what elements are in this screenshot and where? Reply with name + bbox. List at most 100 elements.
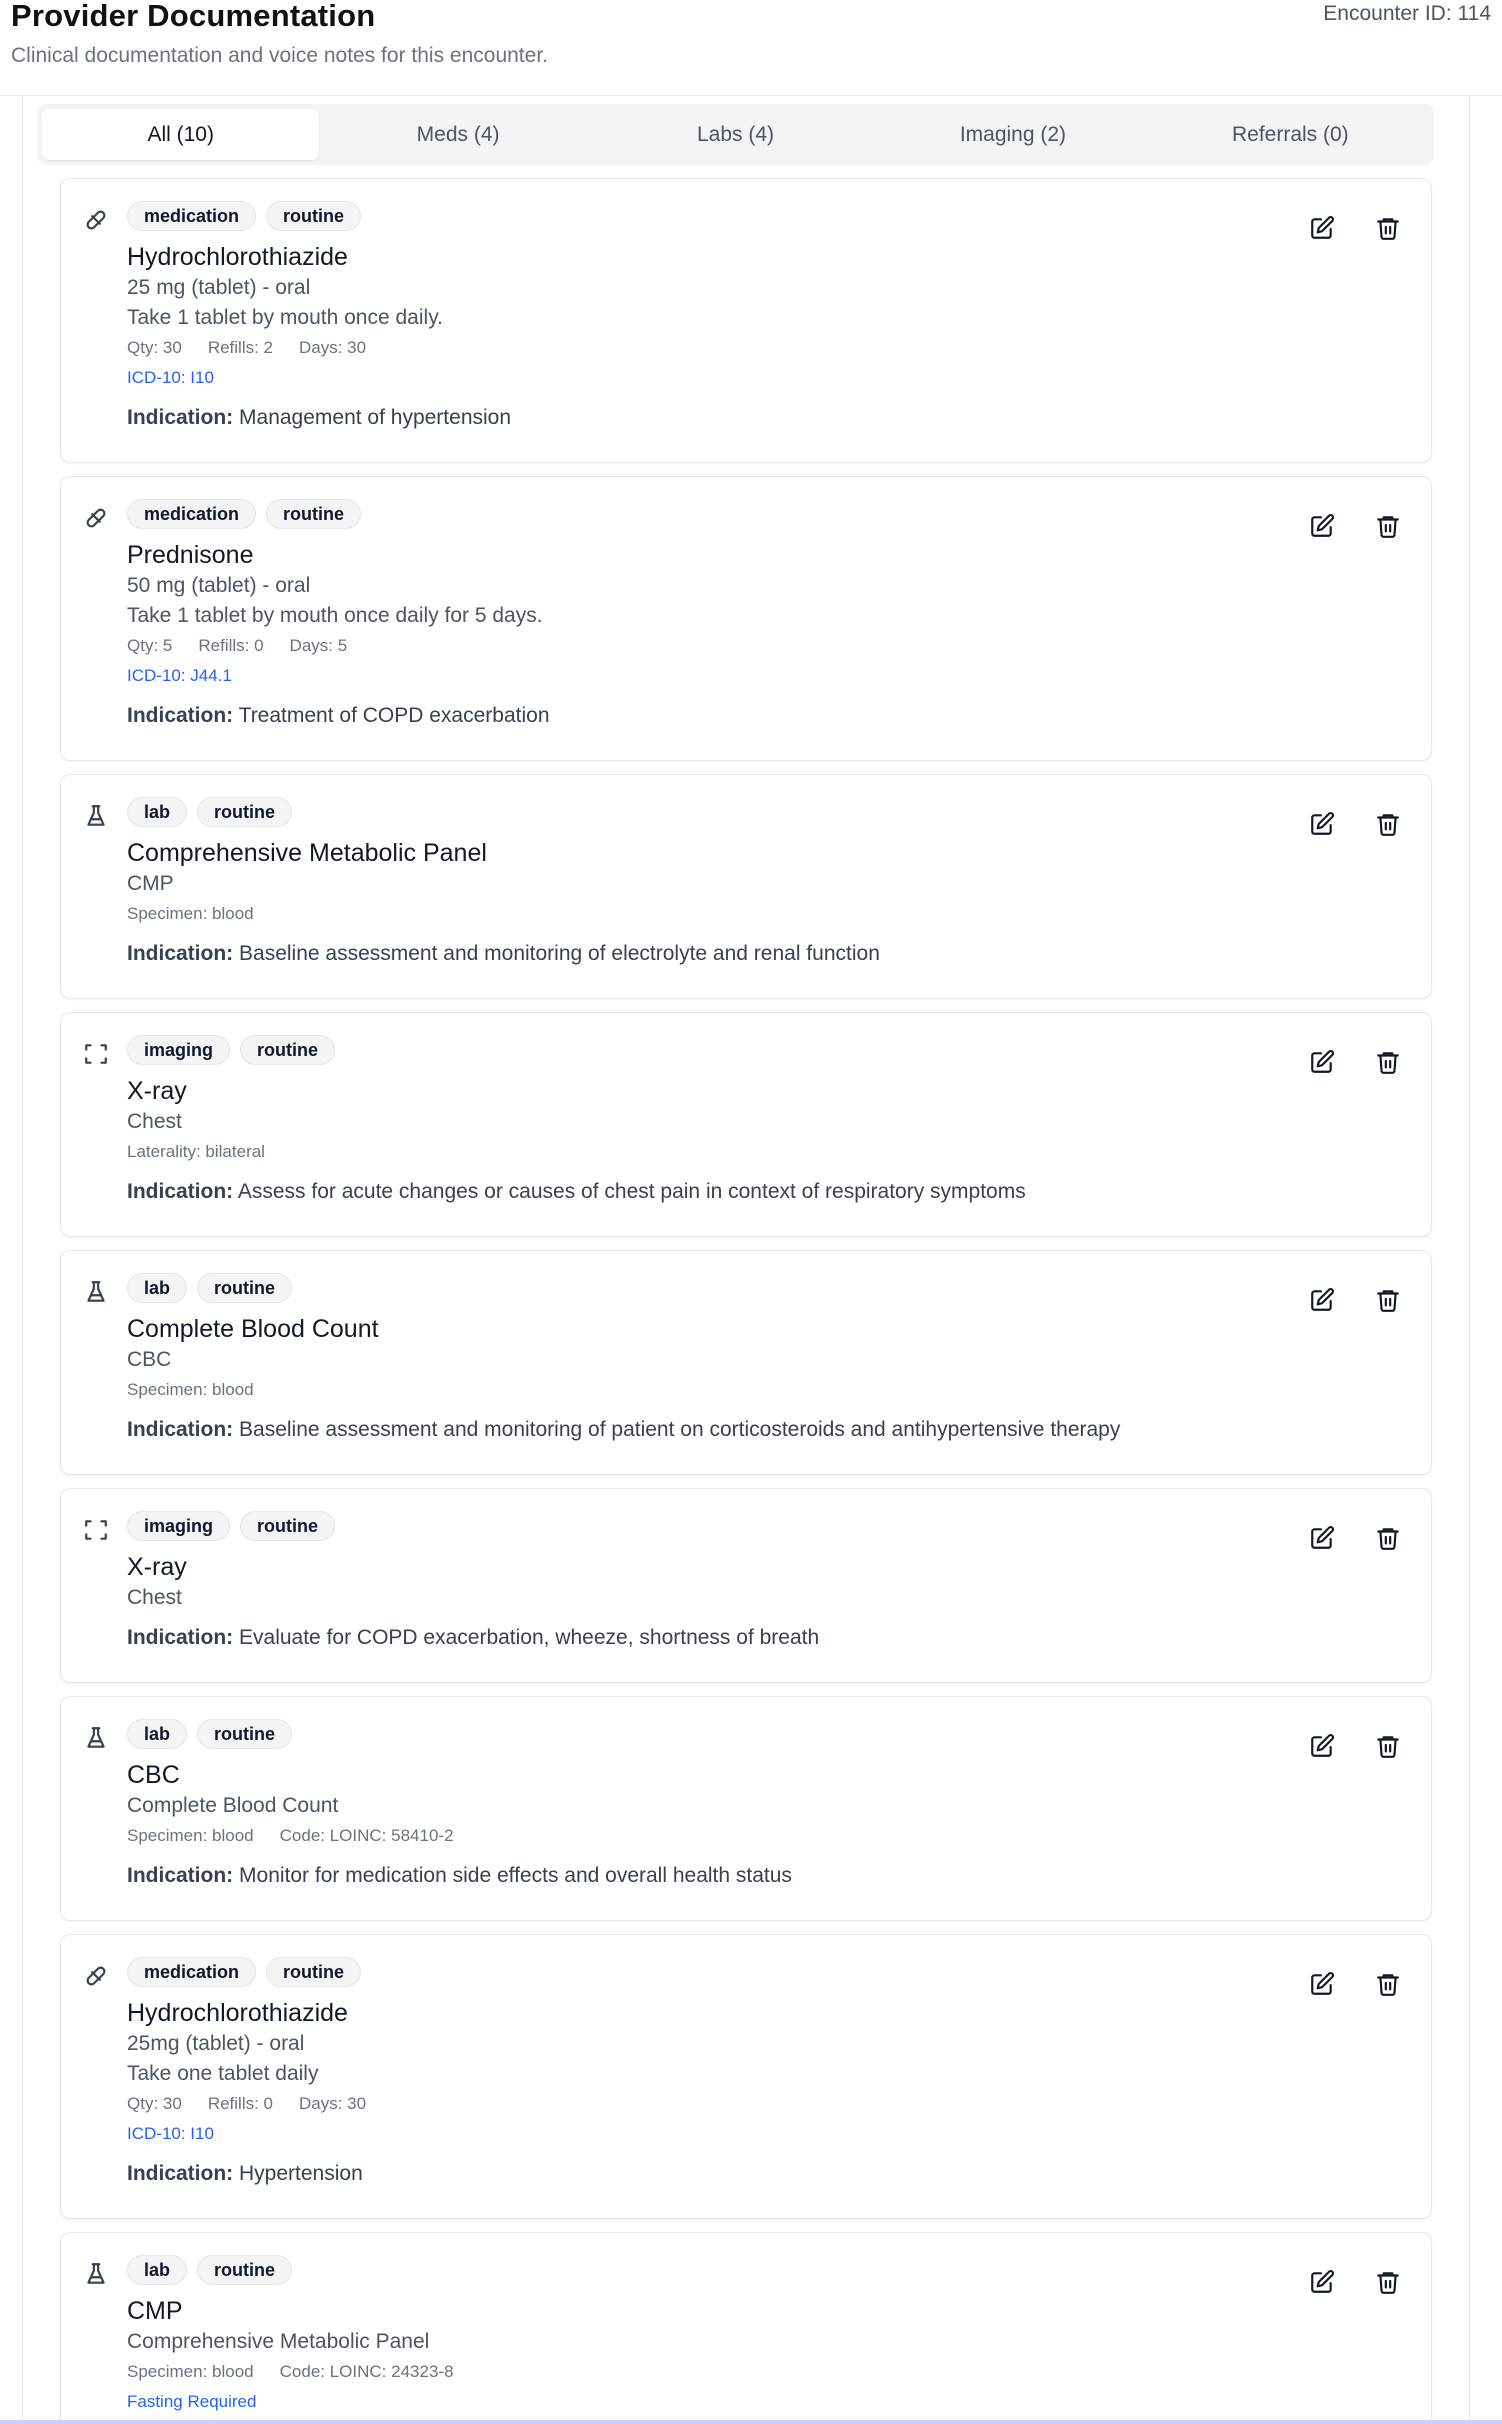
order-details: lab routine CMP Comprehensive Metabolic Pan… — [127, 2255, 1311, 2417]
order-card: lab routine CMP Comprehensive Metabolic Pan… — [60, 2232, 1432, 2424]
edit-icon[interactable] — [1309, 1733, 1335, 1759]
page-header: Provider Documentation Clinical document… — [0, 0, 1502, 96]
trash-icon[interactable] — [1375, 1049, 1401, 1075]
scan-icon — [83, 1517, 109, 1543]
type-badge: lab — [127, 1719, 188, 1749]
tab-imaging[interactable]: Imaging (2) — [874, 109, 1151, 160]
card-actions — [1309, 2269, 1401, 2295]
badge-row: medication routine — [127, 499, 1311, 529]
meta-value: Days: 30 — [299, 338, 367, 357]
page-title: Provider Documentation — [11, 0, 376, 33]
tab-meds[interactable]: Meds (4) — [319, 109, 596, 160]
order-title: Complete Blood Count — [127, 1315, 379, 1343]
indication-label: Indication: — [127, 1180, 234, 1203]
trash-icon[interactable] — [1375, 1733, 1401, 1759]
badge-row: imaging routine — [127, 1511, 1311, 1541]
badge-row: lab routine — [127, 2255, 1311, 2285]
edit-icon[interactable] — [1309, 2269, 1335, 2295]
type-badge: lab — [127, 2255, 188, 2285]
tab-all[interactable]: All (10) — [42, 109, 320, 160]
order-indication: Indication: Hypertension — [127, 2159, 1311, 2189]
trash-icon[interactable] — [1375, 2269, 1401, 2295]
encounter-id: Encounter ID: 114 — [1323, 2, 1491, 25]
meta-value: Qty: 30 — [127, 2094, 182, 2113]
card-actions — [1309, 1525, 1401, 1551]
order-meta: Specimen: blood Code: LOINC: 24323-8 — [127, 2357, 1311, 2387]
order-meta: Qty: 30 Refills: 2 Days: 30 — [127, 333, 1311, 363]
meta-value: Qty: 5 — [127, 636, 173, 655]
flask-icon — [83, 1725, 109, 1751]
order-title: X-ray — [127, 1077, 187, 1105]
order-title: Hydrochlorothiazide — [127, 243, 348, 271]
trash-icon[interactable] — [1375, 1525, 1401, 1551]
order-code: ICD-10: J44.1 — [127, 666, 232, 685]
tab-labs[interactable]: Labs (4) — [597, 109, 874, 160]
edit-icon[interactable] — [1309, 1971, 1335, 1997]
order-title: X-ray — [127, 1553, 187, 1581]
trash-icon[interactable] — [1375, 513, 1401, 539]
trash-icon[interactable] — [1375, 1971, 1401, 1997]
order-instructions: Take one tablet daily — [127, 2062, 319, 2085]
edit-icon[interactable] — [1309, 1049, 1335, 1075]
meta-value: Days: 30 — [299, 2094, 367, 2113]
trash-icon[interactable] — [1375, 215, 1401, 241]
order-title: CBC — [127, 1761, 180, 1789]
card-actions — [1309, 1049, 1401, 1075]
badge-row: medication routine — [127, 1957, 1311, 1987]
indication-text: Baseline assessment and monitoring of pa… — [239, 1418, 1121, 1441]
card-actions — [1309, 1287, 1401, 1313]
scan-icon — [83, 1041, 109, 1067]
type-badge: medication — [127, 499, 257, 529]
meta-value: Code: LOINC: 24323-8 — [279, 2362, 454, 2381]
edit-icon[interactable] — [1309, 1525, 1335, 1551]
order-indication: Indication: Treatment of COPD exacerbati… — [127, 701, 1311, 731]
order-detail-line: Chest — [127, 1110, 182, 1133]
pill-icon — [83, 207, 109, 233]
order-detail-line: Chest — [127, 1586, 182, 1609]
flask-icon — [83, 1279, 109, 1305]
card-actions — [1309, 1733, 1401, 1759]
priority-badge: routine — [266, 499, 362, 529]
order-meta: Specimen: blood — [127, 1375, 1311, 1405]
edit-icon[interactable] — [1309, 1287, 1335, 1313]
order-card: medication routine Prednisone 50 mg (tablet… — [60, 476, 1432, 761]
order-instructions: Take 1 tablet by mouth once daily. — [127, 306, 443, 329]
card-actions — [1309, 215, 1401, 241]
order-details: medication routine Hydrochlorothiazide 25 m… — [127, 201, 1311, 433]
flask-icon — [83, 803, 109, 829]
meta-value: Specimen: blood — [127, 1826, 254, 1845]
meta-value: Specimen: blood — [127, 904, 254, 923]
order-title: CMP — [127, 2297, 183, 2325]
order-detail-line: 25 mg (tablet) - oral — [127, 276, 311, 299]
card-actions — [1309, 811, 1401, 837]
order-indication: Indication: Evaluate for COPD exacerbati… — [127, 1623, 1311, 1653]
indication-label: Indication: — [127, 1418, 234, 1441]
badge-row: imaging routine — [127, 1035, 1311, 1065]
indication-text: Monitor for medication side effects and … — [239, 1864, 792, 1887]
order-card: lab routine Comprehensive Metabolic Panel C… — [60, 774, 1432, 999]
priority-badge: routine — [197, 2255, 293, 2285]
order-meta: Qty: 5 Refills: 0 Days: 5 — [127, 631, 1311, 661]
indication-text: Baseline assessment and monitoring of el… — [239, 942, 880, 965]
order-code: ICD-10: I10 — [127, 2124, 214, 2143]
priority-badge: routine — [266, 1957, 362, 1987]
edit-icon[interactable] — [1309, 513, 1335, 539]
trash-icon[interactable] — [1375, 1287, 1401, 1313]
indication-label: Indication: — [127, 2162, 234, 2185]
page-subtitle: Clinical documentation and voice notes f… — [11, 44, 548, 67]
card-actions — [1309, 513, 1401, 539]
meta-value: Qty: 30 — [127, 338, 182, 357]
indication-label: Indication: — [127, 942, 234, 965]
tab-referrals[interactable]: Referrals (0) — [1152, 109, 1429, 160]
pill-icon — [83, 1963, 109, 1989]
edit-icon[interactable] — [1309, 215, 1335, 241]
order-card: lab routine Complete Blood Count CBC Specime… — [60, 1250, 1432, 1475]
order-card: medication routine Hydrochlorothiazide 25 m… — [60, 178, 1432, 463]
edit-icon[interactable] — [1309, 811, 1335, 837]
order-indication: Indication: Assess for acute changes or … — [127, 1177, 1311, 1207]
trash-icon[interactable] — [1375, 811, 1401, 837]
meta-value: Specimen: blood — [127, 2362, 254, 2381]
order-meta: Laterality: bilateral — [127, 1137, 1311, 1167]
order-details: lab routine Complete Blood Count CBC Specime… — [127, 1273, 1311, 1445]
badge-row: lab routine — [127, 1273, 1311, 1303]
